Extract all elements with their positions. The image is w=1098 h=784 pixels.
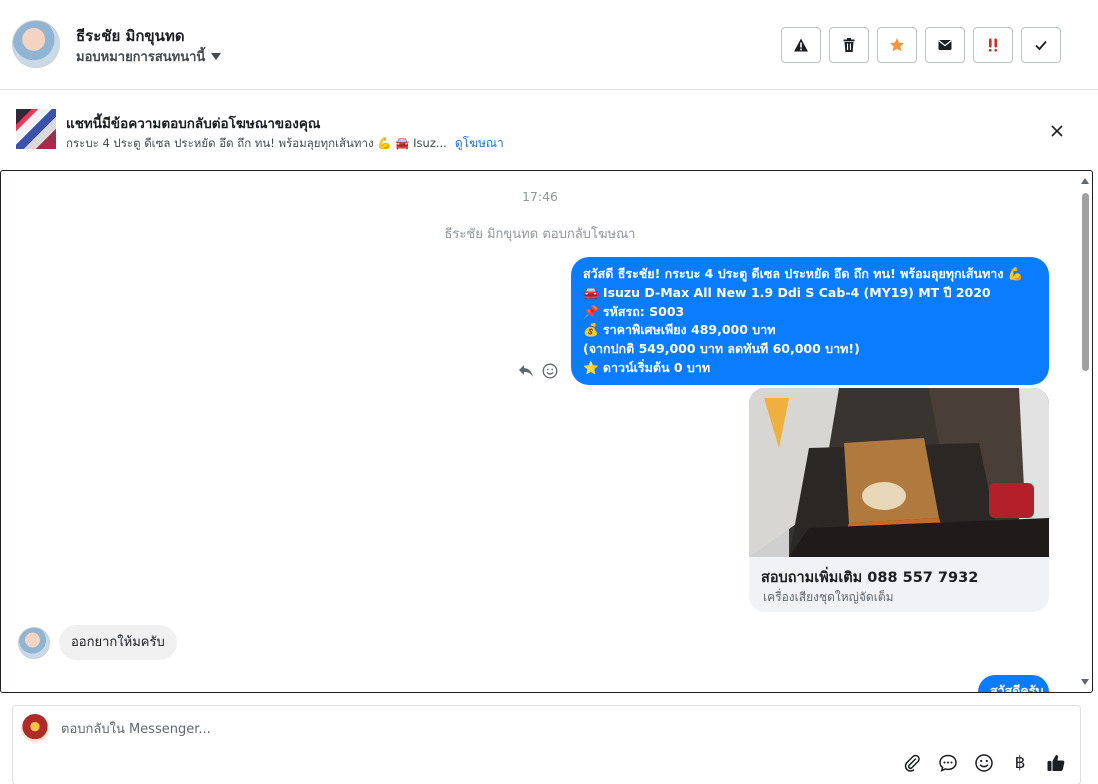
thumbs-up-icon <box>1047 755 1065 771</box>
ad-card-title: สอบถามเพิ่มเติม 088 557 7932 <box>761 570 979 586</box>
assign-label: มอบหมายการสนทนานี้ <box>76 50 206 65</box>
delete-button[interactable] <box>829 27 869 63</box>
conversation-header: ธีระชัย มิกขุนทด มอบหมายการสนทนานี้ <box>0 0 1098 90</box>
scroll-down-arrow[interactable] <box>1081 679 1089 685</box>
thread-scrollbar[interactable] <box>1078 171 1092 692</box>
message-line: 💰 ราคาพิเศษเพียง 489,000 บาท <box>583 322 776 338</box>
emoji-button[interactable] <box>973 752 995 774</box>
outgoing-message-bubble[interactable]: สวัสดี ธีระชัย! กระบะ 4 ประตู ดีเซล ประห… <box>571 257 1049 385</box>
message-line: ⭐ ดาวน์เริ่มต้น 0 บาท <box>583 359 711 375</box>
ad-card[interactable]: สอบถามเพิ่มเติม 088 557 7932 เครื่องเสีย… <box>749 388 1049 612</box>
ad-reply-banner: แชทนี้มีข้อความตอบกลับต่อโฆษณาของคุณ กระ… <box>0 91 1098 169</box>
star-button[interactable] <box>877 27 917 63</box>
message-composer: ฿ <box>12 705 1081 784</box>
contact-avatar[interactable] <box>12 20 60 68</box>
unread-button[interactable] <box>925 27 965 63</box>
attach-button[interactable] <box>901 752 923 774</box>
message-line: สวัสดี ธีระชัย! กระบะ 4 ประตู ดีเซล ประห… <box>583 266 1024 281</box>
scroll-up-arrow[interactable] <box>1081 178 1089 184</box>
reply-input[interactable] <box>61 718 961 740</box>
message-tools <box>518 363 558 379</box>
done-button[interactable] <box>1021 27 1061 63</box>
message-line: 📌 รหัสรถ: S003 <box>583 303 685 319</box>
follow-up-button[interactable] <box>973 27 1013 63</box>
spam-button[interactable] <box>781 27 821 63</box>
banner-subtitle: กระบะ 4 ประตู ดีเซล ประหยัด อึด ถึก ทน! … <box>66 135 447 150</box>
smiley-icon <box>975 754 993 772</box>
star-icon <box>890 38 904 52</box>
message-line: 🚘 Isuzu D-Max All New 1.9 Ddi S Cab-4 (M… <box>583 284 991 300</box>
like-button[interactable] <box>1045 752 1067 774</box>
outgoing-message-bubble-partial[interactable]: สวัสดีครับ <box>978 675 1049 692</box>
scroll-thumb[interactable] <box>1082 193 1089 371</box>
view-ad-link[interactable]: ดูโฆษณา <box>455 134 504 153</box>
ad-card-subtitle: เครื่องเสียงชุดใหญ่จัดเต็ม <box>763 590 894 604</box>
envelope-icon <box>938 40 952 50</box>
reply-button[interactable] <box>518 364 534 378</box>
page-avatar <box>21 714 49 742</box>
conversation-actions <box>781 27 1061 63</box>
warning-icon <box>794 38 808 52</box>
composer-toolbar: ฿ <box>901 752 1067 774</box>
close-icon <box>1051 125 1063 137</box>
caret-down-icon <box>211 53 222 60</box>
exclamation-icon <box>989 38 997 52</box>
message-timestamp: 17:46 <box>521 189 559 204</box>
saved-replies-button[interactable] <box>937 752 959 774</box>
contact-name[interactable]: ธีระชัย มิกขุนทด <box>76 24 185 48</box>
banner-title: แชทนี้มีข้อความตอบกลับต่อโฆษณาของคุณ <box>66 116 321 132</box>
payment-button[interactable]: ฿ <box>1009 752 1031 774</box>
checkmark-icon <box>1035 40 1047 51</box>
ad-reply-note: ธีระชัย มิกขุนทด ตอบกลับโฆษณา <box>444 227 636 242</box>
smiley-icon <box>542 363 558 379</box>
react-button[interactable] <box>542 363 558 379</box>
message-line: (จากปกติ 549,000 บาท ลดทันที 60,000 บาท!… <box>583 341 860 357</box>
sender-avatar[interactable] <box>18 627 50 659</box>
ad-photo[interactable] <box>749 388 1049 557</box>
reply-arrow-icon <box>519 365 533 377</box>
assign-conversation-dropdown[interactable]: มอบหมายการสนทนานี้ <box>76 46 222 67</box>
chat-bubble-icon <box>939 754 957 772</box>
trash-icon <box>843 38 855 52</box>
incoming-message-bubble[interactable]: ออกยากให้มครับ <box>59 625 177 660</box>
message-thread[interactable]: 17:46 ธีระชัย มิกขุนทด ตอบกลับโฆษณา สวัส… <box>0 170 1093 693</box>
car-interior-image <box>749 388 1049 557</box>
baht-icon: ฿ <box>1014 753 1026 773</box>
close-banner-button[interactable] <box>1046 120 1068 142</box>
paperclip-icon <box>904 754 920 772</box>
ad-thumbnail[interactable] <box>16 109 56 149</box>
banner-subtitle-row: กระบะ 4 ประตู ดีเซล ประหยัด อึด ถึก ทน! … <box>66 134 504 153</box>
